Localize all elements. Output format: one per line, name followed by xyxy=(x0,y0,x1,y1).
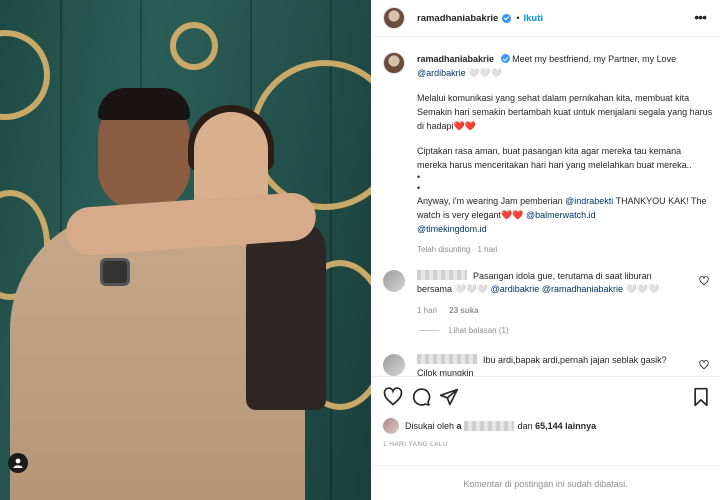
caption-bullet: • xyxy=(417,172,421,182)
post-photo[interactable] xyxy=(0,0,371,500)
caption-paragraph: Melalui komunikasi yang sehat dalam pern… xyxy=(417,93,713,131)
instagram-post-modal: ramadhaniabakrie • Ikuti ••• ramadhaniab… xyxy=(0,0,720,500)
user-icon xyxy=(13,458,23,468)
liked-by[interactable]: Disukai oleh a dan 65,144 lainnya xyxy=(383,418,596,434)
bookmark-icon[interactable] xyxy=(691,387,711,407)
man-hair xyxy=(98,88,190,120)
caption-text-span: Anyway, i'm wearing Jam pemberian xyxy=(417,196,563,206)
mention-link[interactable]: @balmerwatch.id xyxy=(526,210,596,220)
liked-by-prefix: Disukai oleh xyxy=(405,421,455,431)
caption-line1: Meet my bestfriend, my Partner, my Love xyxy=(512,54,677,64)
comment-icon[interactable] xyxy=(411,387,431,407)
comments-disabled-notice: Komentar di postingan ini sudah dibatasi… xyxy=(371,465,720,500)
verified-badge-icon xyxy=(500,54,510,63)
comment-time: 1 hari xyxy=(417,306,438,315)
replies-divider xyxy=(419,330,439,331)
post-date: 1 HARI YANG LALU xyxy=(383,441,449,448)
caption-bullet: • xyxy=(417,183,421,193)
more-options-icon[interactable]: ••• xyxy=(694,10,707,24)
gold-ring-decor xyxy=(0,30,50,120)
separator-dot: • xyxy=(516,13,520,23)
redacted-username xyxy=(417,270,467,280)
caption-paragraph: Anyway, i'm wearing Jam pemberian @indra… xyxy=(417,194,713,236)
redacted-username xyxy=(417,354,477,364)
comments-section[interactable]: ramadhaniabakrie Meet my bestfriend, my … xyxy=(371,38,720,376)
caption-emoji: 🤍🤍🤍 xyxy=(468,68,502,78)
view-replies-label: Lihat balasan (1) xyxy=(449,326,509,335)
verified-badge-icon xyxy=(502,13,512,23)
avatar[interactable] xyxy=(383,7,405,29)
heart-icon[interactable] xyxy=(699,360,709,370)
mention-link[interactable]: @indrabekti xyxy=(565,196,613,206)
follow-button[interactable]: Ikuti xyxy=(523,13,543,24)
mention-link[interactable]: @ardibakrie xyxy=(491,284,540,294)
header-username[interactable]: ramadhaniabakrie xyxy=(417,13,498,24)
comment-likes[interactable]: 23 suka xyxy=(449,306,478,315)
heart-icon[interactable] xyxy=(699,276,709,286)
caption-username[interactable]: ramadhaniabakrie xyxy=(417,54,494,64)
post-header: ramadhaniabakrie • Ikuti ••• xyxy=(371,0,720,37)
gold-ring-decor xyxy=(170,22,218,70)
caption-meta: Telah disunting · 1 hari xyxy=(417,245,498,254)
redacted-username xyxy=(463,421,514,431)
action-icons-row xyxy=(383,387,711,409)
mention-link[interactable]: @timekingdom.id xyxy=(417,224,487,234)
post-actions: Disukai oleh a dan 65,144 lainnya 1 HARI… xyxy=(371,376,720,500)
mention-link[interactable]: @ardibakrie xyxy=(417,68,466,78)
caption-paragraph: Ciptakan rasa aman, buat pasangan kita a… xyxy=(417,146,692,170)
woman-figure xyxy=(246,220,326,410)
comment-emoji: 🤍🤍🤍 xyxy=(625,284,660,294)
avatar[interactable] xyxy=(383,52,405,74)
avatar xyxy=(383,418,399,434)
liked-by-initial[interactable]: a xyxy=(457,421,462,431)
wristwatch xyxy=(100,258,130,286)
avatar[interactable] xyxy=(383,270,405,292)
liked-by-and: dan xyxy=(517,421,533,431)
post-side-panel: ramadhaniabakrie • Ikuti ••• ramadhaniab… xyxy=(371,0,720,500)
tagged-users-button[interactable] xyxy=(8,453,28,473)
heart-icon[interactable] xyxy=(383,387,403,407)
view-replies-button[interactable]: Lihat balasan (1) xyxy=(419,326,509,335)
mention-link[interactable]: @ramadhaniabakrie xyxy=(542,284,623,294)
share-icon[interactable] xyxy=(439,387,459,407)
likes-count[interactable]: 65,144 lainnya xyxy=(535,421,596,431)
avatar[interactable] xyxy=(383,354,405,376)
